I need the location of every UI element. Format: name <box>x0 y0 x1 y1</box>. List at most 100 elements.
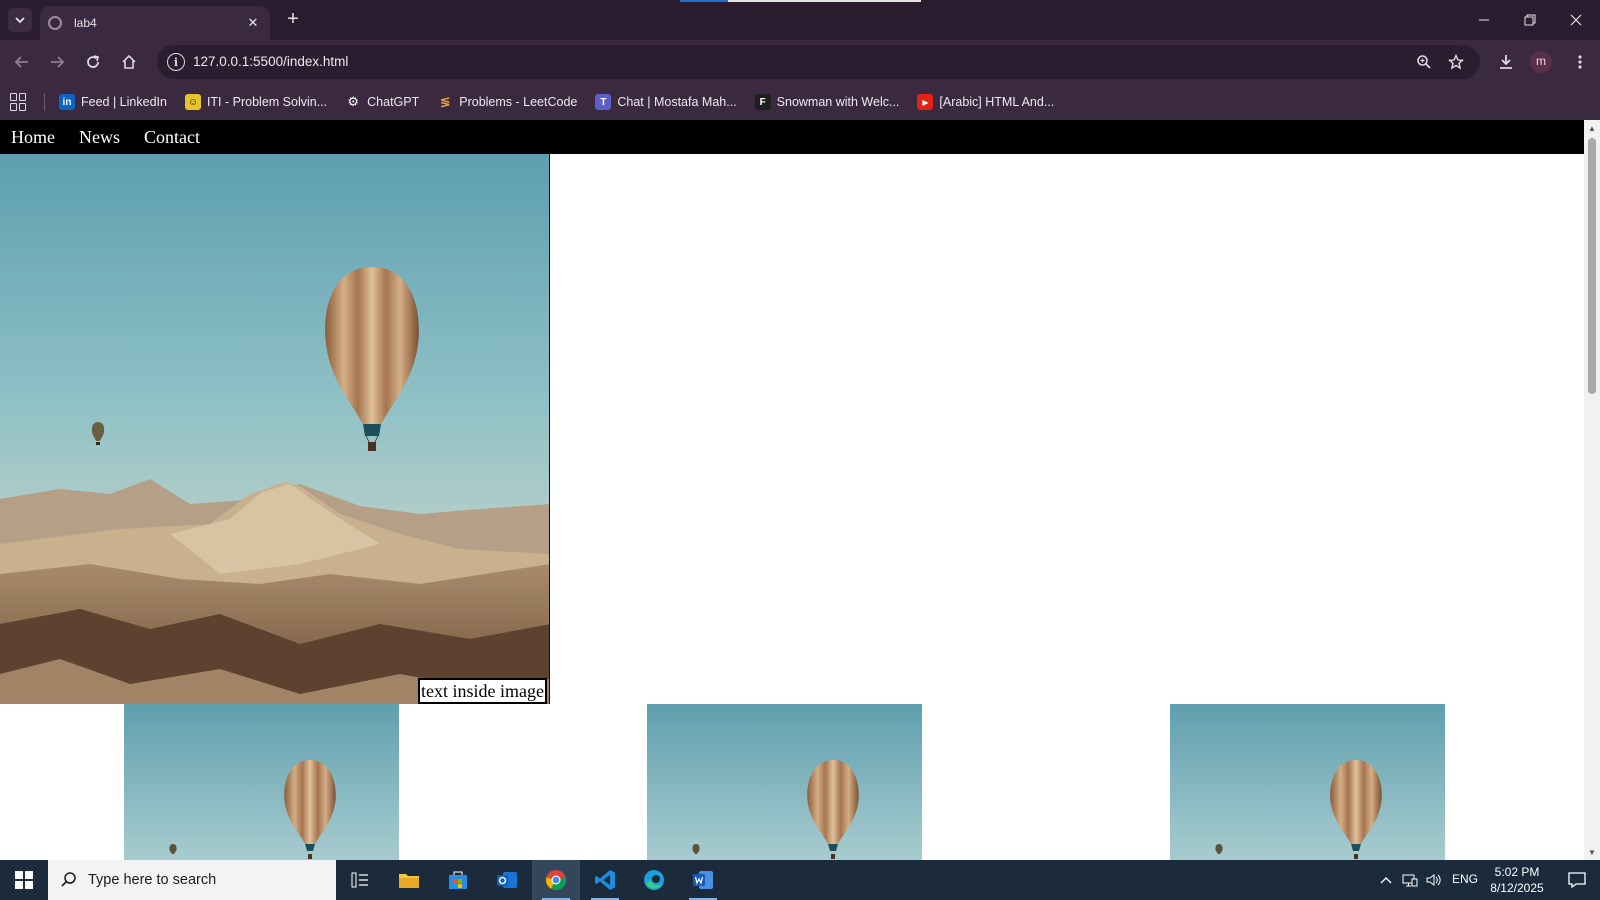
bookmark-label: [Arabic] HTML And... <box>939 95 1055 109</box>
bookmark-linkedin[interactable]: in Feed | LinkedIn <box>59 94 167 110</box>
address-bar[interactable]: i 127.0.0.1:5500/index.html <box>157 45 1480 79</box>
site-info-icon[interactable]: i <box>167 53 185 71</box>
gallery-image-3 <box>1170 704 1445 860</box>
scrollbar-thumb[interactable] <box>1588 138 1596 394</box>
folder-icon <box>399 874 419 888</box>
apps-grid-icon[interactable] <box>10 93 28 111</box>
bookmark-youtube[interactable]: ▶ [Arabic] HTML And... <box>917 94 1054 110</box>
magnifier-icon <box>1417 55 1431 69</box>
download-icon <box>1500 55 1512 69</box>
gallery-image-1 <box>124 704 399 860</box>
word-button[interactable] <box>679 860 727 900</box>
taskbar-search-box[interactable]: Type here to search <box>48 860 336 900</box>
vscode-icon <box>595 870 615 890</box>
teams-icon: T <box>595 94 612 110</box>
store-icon <box>449 871 467 889</box>
chrome-icon <box>545 870 567 891</box>
chevron-down-icon <box>15 17 25 24</box>
edge-icon <box>644 870 664 890</box>
outlook-button[interactable] <box>483 860 531 900</box>
star-icon <box>1448 54 1464 70</box>
file-explorer-button[interactable] <box>385 860 433 900</box>
iti-icon: ☺ <box>184 94 201 110</box>
taskbar-search-placeholder: Type here to search <box>88 872 217 888</box>
home-icon <box>122 54 136 69</box>
loading-indicator <box>680 0 728 2</box>
scroll-down-arrow-icon[interactable]: ▼ <box>1584 844 1600 860</box>
home-button[interactable] <box>117 50 141 74</box>
bookmark-iti[interactable]: ☺ ITI - Problem Solvin... <box>184 94 328 110</box>
youtube-icon: ▶ <box>917 94 934 110</box>
forward-button[interactable] <box>45 50 69 74</box>
bookmarks-bar: in Feed | LinkedIn ☺ ITI - Problem Solvi… <box>0 84 1600 120</box>
balloon-thumbnail <box>124 704 399 860</box>
nav-link-home[interactable]: Home <box>11 127 55 148</box>
restore-button[interactable] <box>1507 0 1553 40</box>
figma-icon: F <box>754 94 771 110</box>
windows-logo-icon <box>15 871 33 889</box>
reload-button[interactable] <box>81 50 105 74</box>
hero-caption: text inside image <box>418 678 547 704</box>
volume-icon[interactable] <box>1426 872 1442 888</box>
network-icon[interactable] <box>1402 872 1418 888</box>
balloon-thumbnail <box>647 704 922 860</box>
tab-search-button[interactable] <box>8 8 32 32</box>
chevron-up-icon <box>1380 877 1392 884</box>
vscode-button[interactable] <box>581 860 629 900</box>
speaker-icon <box>1426 874 1441 886</box>
notification-icon <box>1567 872 1586 888</box>
nav-link-news[interactable]: News <box>79 127 120 148</box>
input-language-indicator[interactable]: ENG <box>1452 872 1478 886</box>
minimize-button[interactable] <box>1461 0 1507 40</box>
system-clock[interactable]: 5:02 PM 8/12/2025 <box>1484 864 1550 896</box>
page-viewport: Home News Contact text inside image <box>0 120 1600 860</box>
page-scrollbar[interactable]: ▲ ▼ <box>1584 120 1600 860</box>
profile-avatar[interactable]: m <box>1530 51 1552 73</box>
clock-time: 5:02 PM <box>1494 865 1540 879</box>
bookmark-label: ITI - Problem Solvin... <box>206 95 328 109</box>
tab-title: lab4 <box>74 16 97 30</box>
reload-icon <box>87 55 99 68</box>
hero-image: text inside image <box>0 154 550 704</box>
leetcode-icon: ≶ <box>439 94 451 109</box>
close-window-button[interactable] <box>1553 0 1599 40</box>
close-tab-icon[interactable]: ✕ <box>244 15 262 31</box>
bookmark-figma[interactable]: F Snowman with Welc... <box>754 94 900 110</box>
bookmark-teams-chat[interactable]: T Chat | Mostafa Mah... <box>595 94 737 110</box>
back-button[interactable] <box>10 50 34 74</box>
bookmark-label: Problems - LeetCode <box>459 95 578 109</box>
chrome-button[interactable] <box>532 860 580 900</box>
bookmark-label: Snowman with Welc... <box>776 95 900 109</box>
globe-icon <box>48 16 62 30</box>
task-view-button[interactable] <box>336 860 384 900</box>
word-icon <box>693 871 713 889</box>
bookmark-chatgpt[interactable]: ⚙ ChatGPT <box>345 94 419 110</box>
microsoft-store-button[interactable] <box>434 860 482 900</box>
new-tab-button[interactable]: + <box>281 7 305 31</box>
arrow-right-icon <box>51 56 65 68</box>
gallery-image-2 <box>647 704 922 860</box>
arrow-left-icon <box>14 56 28 68</box>
bookmark-label: ChatGPT <box>367 95 420 109</box>
downloads-button[interactable] <box>1494 50 1518 74</box>
close-icon <box>1570 14 1582 26</box>
browser-title-bar: lab4 ✕ + <box>0 0 1600 40</box>
action-center-button[interactable] <box>1553 860 1600 900</box>
zoom-icon[interactable] <box>1414 52 1434 72</box>
bookmark-star-icon[interactable] <box>1446 52 1466 72</box>
tray-overflow-chevron-icon[interactable] <box>1378 872 1394 888</box>
bookmark-leetcode[interactable]: ≶ Problems - LeetCode <box>437 94 578 110</box>
task-view-icon <box>351 872 368 888</box>
start-button[interactable] <box>0 860 48 900</box>
browser-tab[interactable]: lab4 ✕ <box>40 6 270 40</box>
minimize-icon <box>1479 19 1489 21</box>
menu-button[interactable] <box>1568 50 1592 74</box>
url-text[interactable]: 127.0.0.1:5500/index.html <box>193 54 348 69</box>
windows-taskbar: Type here to search ENG 5:02 PM 8/12/202… <box>0 860 1600 900</box>
restore-icon <box>1524 14 1536 26</box>
scroll-up-arrow-icon[interactable]: ▲ <box>1584 120 1600 136</box>
linkedin-icon: in <box>59 94 75 110</box>
edge-button[interactable] <box>630 860 678 900</box>
nav-link-contact[interactable]: Contact <box>144 127 200 148</box>
balloon-thumbnail <box>1170 704 1445 860</box>
